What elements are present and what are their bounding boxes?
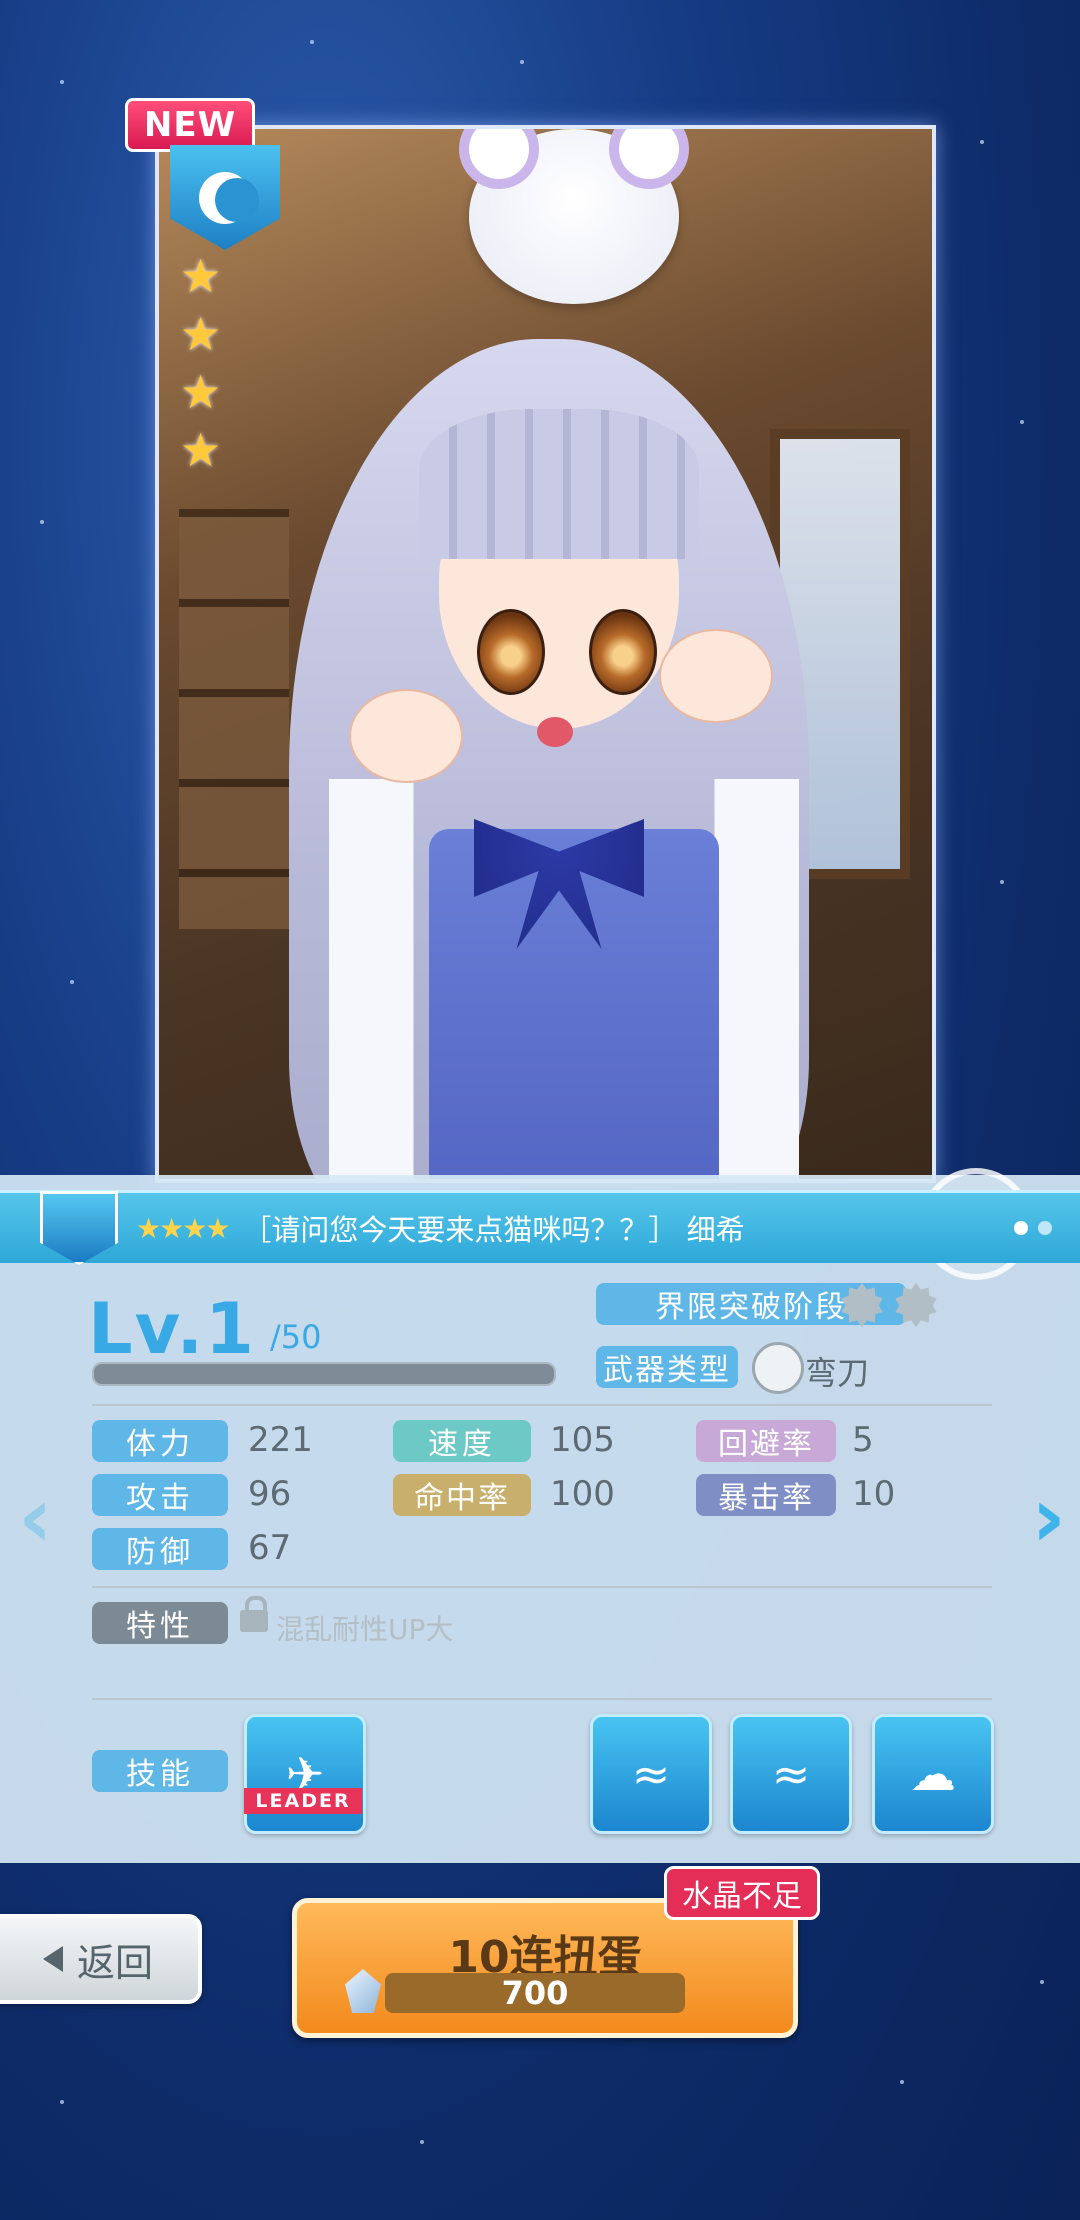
stat-hp-value: 221 [248,1420,313,1460]
leader-skill-icon[interactable]: ✈ [244,1714,366,1834]
stat-attack-label: 攻击 [92,1474,228,1516]
divider [92,1698,992,1700]
stat-evasion-value: 5 [852,1420,874,1460]
trait-label: 特性 [92,1602,228,1644]
character-eye-right [589,609,657,695]
leader-tag: LEADER [244,1788,362,1814]
prev-arrow-icon[interactable]: ‹ [18,1468,53,1566]
cat-hat [459,129,689,304]
character-card-art[interactable] [155,125,936,1183]
stat-crit-value: 10 [852,1474,896,1514]
attribute-shield-small-icon [40,1191,118,1265]
back-button-label: 返回 [76,1940,153,1985]
divider [92,1404,992,1406]
stat-defense-label: 防御 [92,1528,228,1570]
stat-crit-label: 暴击率 [696,1474,836,1516]
stat-hp-label: 体力 [92,1420,228,1462]
level-max: /50 [270,1318,322,1356]
character-eye-left [477,609,545,695]
cat-hat-ear-left [459,129,539,189]
stat-evasion-label: 回避率 [696,1420,836,1462]
stat-accuracy-label: 命中率 [393,1474,531,1516]
stat-accuracy-value: 100 [550,1474,615,1514]
character-title-bar: ★★★★ ［请问您今天要来点猫咪吗？？］ 细希 [0,1190,1080,1265]
weapon-type-label: 武器类型 [596,1346,738,1388]
page-dot[interactable] [1038,1221,1052,1235]
next-arrow-icon[interactable]: › [1031,1468,1066,1566]
stat-attack-value: 96 [248,1474,292,1514]
lock-icon [240,1596,268,1632]
trait-value: 混乱耐性UP大 [276,1613,454,1646]
gacha-cost-value: 700 [501,1974,569,2012]
new-badge: NEW [125,98,255,152]
limit-break-gear-icon [841,1283,883,1327]
cafe-shelf [179,509,289,929]
scimitar-icon [752,1342,804,1394]
character-paw-left [349,689,463,783]
stat-defense-value: 67 [248,1528,292,1568]
star-icon: ★ [180,307,222,361]
character-bangs [419,409,699,559]
character-name: ［请问您今天要来点猫咪吗？？］ 细希 [242,1213,745,1247]
back-arrow-icon [42,1946,63,1972]
limit-break-stages [840,1283,938,1327]
weapon-type-value: 弯刀 [805,1354,870,1392]
star-icon: ★ [180,365,222,419]
wave-skill-up-icon[interactable]: ≈ [730,1714,852,1834]
rarity-stars: ★ ★ ★ ★ [180,249,222,477]
cat-skill-icon[interactable]: ☁ [872,1714,994,1834]
divider [92,1586,992,1588]
back-button[interactable]: 返回 [0,1914,202,2004]
page-dot-active[interactable] [1014,1221,1028,1235]
level-label: Lv.1 [88,1288,256,1370]
character-paw-right [659,629,773,723]
character-mouth [537,717,573,747]
star-icon: ★ [180,423,222,477]
exp-bar [92,1362,556,1386]
moon-clover-icon [199,171,259,224]
star-icon: ★ [180,249,222,303]
insufficient-crystal-badge: 水晶不足 [664,1866,820,1920]
gacha-cost: 700 [345,1969,685,2013]
stat-speed-label: 速度 [393,1420,531,1462]
stat-speed-value: 105 [550,1420,615,1460]
cat-hat-ear-right [609,129,689,189]
limit-break-gear-icon [895,1283,937,1327]
title-stars: ★★★★ [136,1211,230,1245]
page-dots [1014,1221,1052,1235]
wave-skill-icon[interactable]: ≈ [590,1714,712,1834]
skill-label: 技能 [92,1750,228,1792]
